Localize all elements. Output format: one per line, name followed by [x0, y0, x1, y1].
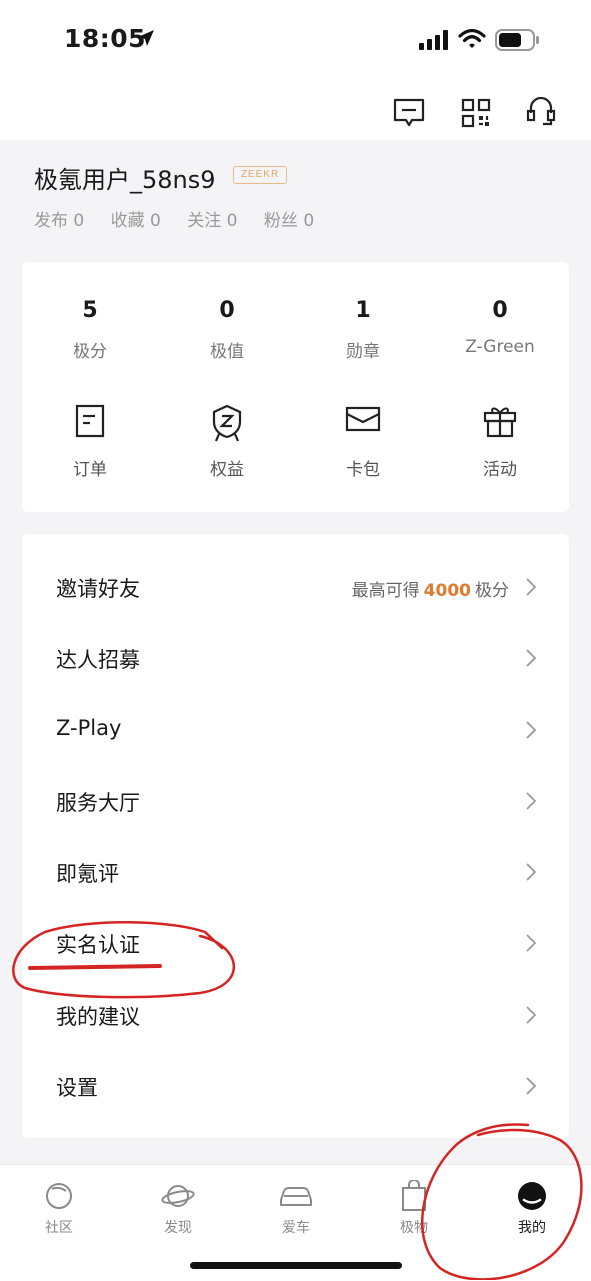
- menu-item-label: 服务大厅: [56, 791, 140, 815]
- shortcut-orders[interactable]: 订单: [22, 404, 158, 480]
- reward-suffix: 极分: [475, 581, 509, 601]
- qr-code-button[interactable]: [458, 96, 494, 130]
- metric-label: 极值: [210, 342, 244, 362]
- metric-label: 勋章: [346, 342, 380, 362]
- tab-label: 我的: [518, 1220, 546, 1236]
- community-icon: [46, 1183, 72, 1209]
- shopping-bag-icon: [402, 1180, 426, 1211]
- shortcut-label: 权益: [210, 460, 244, 480]
- metric-points[interactable]: 5 极分: [22, 298, 158, 362]
- planet-icon: [161, 1185, 195, 1207]
- menu-item-suggestions[interactable]: 我的建议: [22, 979, 569, 1050]
- menu-item-talent-recruit[interactable]: 达人招募: [22, 622, 569, 693]
- reward-prefix: 最高可得: [351, 581, 420, 601]
- stat-posts[interactable]: 发布 0: [34, 211, 84, 231]
- menu-item-label: 设置: [56, 1076, 98, 1100]
- chevron-right-icon: [526, 863, 537, 881]
- metric-value: 0: [219, 298, 235, 323]
- metric-label: 极分: [73, 342, 107, 362]
- menu-item-reviews[interactable]: 即氪评: [22, 836, 569, 907]
- message-icon: [393, 98, 425, 127]
- chevron-right-icon: [526, 1006, 537, 1024]
- menu-item-label: 达人招募: [56, 648, 140, 672]
- card-wallet-icon: [345, 406, 381, 432]
- menu-item-label: Z-Play: [56, 716, 122, 740]
- chevron-right-icon: [526, 792, 537, 810]
- car-icon: [280, 1187, 312, 1206]
- menu-item-label: 邀请好友: [56, 577, 140, 601]
- stat-following[interactable]: 关注 0: [187, 211, 237, 231]
- shortcut-rights[interactable]: 权益: [159, 404, 295, 480]
- shortcut-card-wallet[interactable]: 卡包: [295, 404, 431, 480]
- metric-value-points[interactable]: 0 极值: [159, 298, 295, 362]
- metric-value: 5: [82, 298, 98, 323]
- metric-value: 1: [355, 298, 371, 323]
- username[interactable]: 极氪用户_58ns9: [34, 160, 216, 195]
- tab-me[interactable]: 我的: [492, 1179, 572, 1237]
- menu-item-settings[interactable]: 设置: [22, 1050, 569, 1121]
- zeekr-badge: ZEEKR: [233, 166, 287, 184]
- chevron-right-icon: [526, 934, 537, 952]
- gift-icon: [483, 407, 517, 438]
- order-icon: [75, 404, 105, 438]
- message-button[interactable]: [391, 96, 427, 130]
- shortcut-label: 卡包: [346, 460, 380, 480]
- wifi-icon: [458, 28, 486, 48]
- profile-section: 极氪用户_58ns9 ZEEKR 发布 0 收藏 0 关注 0 粉丝 0: [0, 140, 591, 258]
- shortcut-label: 订单: [73, 460, 107, 480]
- tab-shop[interactable]: 极物: [374, 1179, 454, 1237]
- shortcut-label: 活动: [483, 460, 517, 480]
- status-time: 18:05: [64, 24, 147, 53]
- tab-my-car[interactable]: 爱车: [256, 1179, 336, 1237]
- chevron-right-icon: [526, 578, 537, 596]
- tab-label: 发现: [164, 1220, 192, 1236]
- qr-code-icon: [461, 98, 491, 128]
- stat-favorites[interactable]: 收藏 0: [111, 211, 161, 231]
- menu-item-label: 我的建议: [56, 1005, 140, 1029]
- menu-item-real-name-verification[interactable]: 实名认证: [22, 907, 569, 978]
- tab-label: 极物: [400, 1220, 428, 1236]
- profile-stats: 发布 0 收藏 0 关注 0 粉丝 0: [34, 206, 335, 231]
- shortcut-events[interactable]: 活动: [432, 404, 568, 480]
- reward-number: 4000: [423, 581, 471, 601]
- rights-badge-icon: [212, 404, 242, 442]
- metric-label: Z-Green: [465, 337, 535, 357]
- stat-followers[interactable]: 粉丝 0: [264, 211, 314, 231]
- metric-medals[interactable]: 1 勋章: [295, 298, 431, 362]
- chevron-right-icon: [526, 649, 537, 667]
- tab-label: 社区: [45, 1220, 73, 1236]
- menu-item-z-play[interactable]: Z-Play: [22, 694, 569, 765]
- metric-z-green[interactable]: 0 Z-Green: [432, 298, 568, 357]
- status-bar: 18:05: [0, 0, 591, 80]
- battery-icon: [495, 29, 539, 51]
- menu-item-label: 实名认证: [56, 933, 140, 957]
- invite-reward-text: 最高可得 4000 极分: [352, 576, 509, 601]
- cellular-signal-icon: [419, 30, 448, 50]
- customer-service-button[interactable]: [523, 96, 559, 130]
- menu-card: 邀请好友 最高可得 4000 极分 达人招募 Z-Play 服务大厅 即氪评 实名认…: [22, 534, 569, 1138]
- home-indicator: [190, 1262, 402, 1269]
- headset-icon: [526, 97, 556, 126]
- tab-label: 爱车: [282, 1220, 310, 1236]
- menu-item-service-hall[interactable]: 服务大厅: [22, 765, 569, 836]
- chevron-right-icon: [526, 721, 537, 739]
- metric-value: 0: [492, 298, 508, 323]
- menu-item-invite-friends[interactable]: 邀请好友 最高可得 4000 极分: [22, 551, 569, 622]
- top-area: 18:05: [0, 0, 591, 140]
- location-arrow-icon: [138, 30, 154, 46]
- menu-item-label: 即氪评: [56, 862, 119, 886]
- profile-icon: [518, 1182, 546, 1210]
- chevron-right-icon: [526, 1077, 537, 1095]
- tab-community[interactable]: 社区: [19, 1179, 99, 1237]
- tab-discover[interactable]: 发现: [138, 1179, 218, 1237]
